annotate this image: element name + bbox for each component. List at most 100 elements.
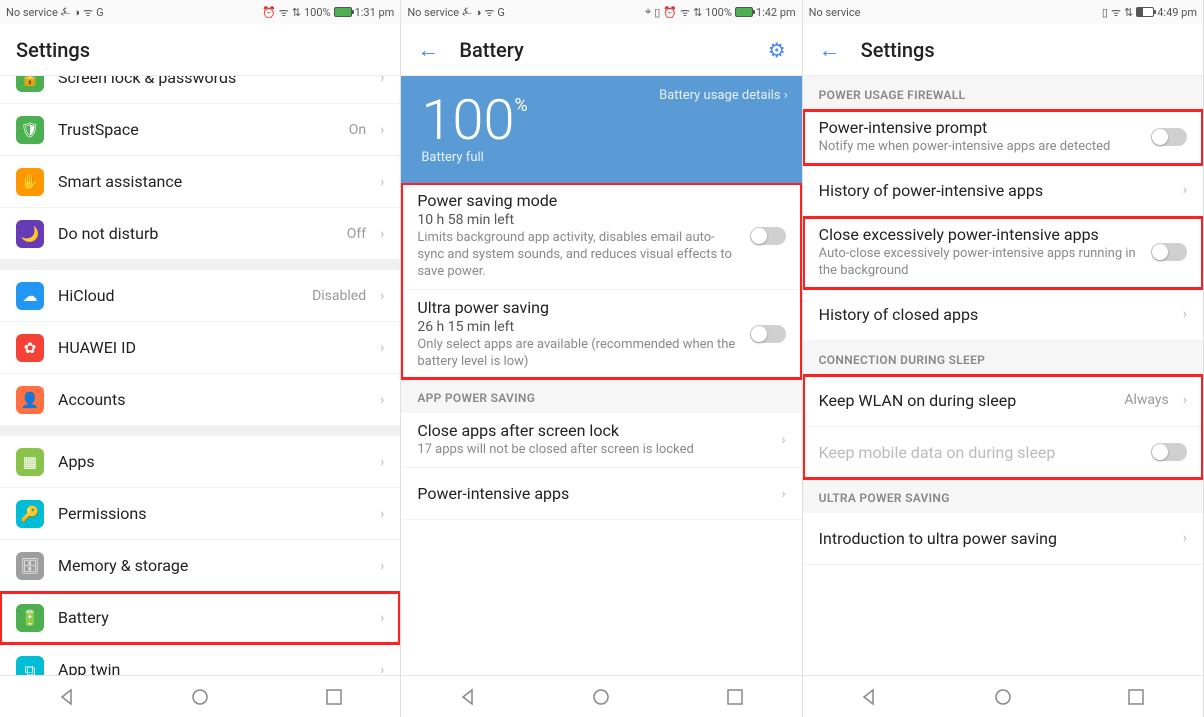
row-power-saving-mode[interactable]: Power saving mode 10 h 58 min left Limit… <box>401 183 801 290</box>
label: Battery <box>58 608 366 627</box>
telegram-icon: ◑ <box>475 6 482 19</box>
nav-back-icon[interactable] <box>457 686 479 708</box>
row-keep-mobile-data: Keep mobile data on during sleep <box>803 427 1203 479</box>
g-icon: G <box>96 6 104 19</box>
row-intro-ultra[interactable]: Introduction to ultra power saving › <box>803 513 1203 565</box>
row-screen-lock-passwords[interactable]: 🔒Screen lock & passwords› <box>0 76 400 104</box>
row-memory-storage[interactable]: 🗄 Memory & storage › <box>0 540 400 592</box>
row-accounts[interactable]: 👤Accounts› <box>0 374 400 426</box>
value: Always <box>1124 392 1168 408</box>
section-power-usage-firewall: POWER USAGE FIREWALL <box>803 76 1203 110</box>
alarm-icon: ⏰ <box>663 6 677 19</box>
row-history-closed-apps[interactable]: History of closed apps › <box>803 289 1203 341</box>
chevron-icon: › <box>380 392 384 408</box>
moon-icon: 🌙 <box>16 220 44 248</box>
shield-icon: 🛡 <box>16 116 44 144</box>
chevron-icon: › <box>380 558 384 574</box>
nav-bar <box>401 675 801 717</box>
row-battery[interactable]: 🔋 Battery › <box>0 592 400 644</box>
pane-settings: No service ⍼ ◑ ᯤ G ⏰ ᯤ ⇅ 100% 1:31 pm Se… <box>0 0 401 717</box>
toggle[interactable] <box>750 227 786 245</box>
back-button[interactable]: ← <box>819 37 841 63</box>
row-permissions[interactable]: 🔑Permissions› <box>0 488 400 540</box>
nav-home-icon[interactable] <box>992 686 1014 708</box>
back-button[interactable]: ← <box>417 37 439 63</box>
label: History of closed apps <box>819 305 1169 324</box>
row-apps[interactable]: ▦Apps› <box>0 436 400 488</box>
row-smart-assistance[interactable]: ✋Smart assistance› <box>0 156 400 208</box>
wifi-icon: ᯤ <box>484 5 494 20</box>
chevron-icon: › <box>380 122 384 138</box>
chevron-icon: › <box>1183 392 1187 408</box>
nav-recent-icon[interactable] <box>724 686 746 708</box>
battery-icon <box>334 7 352 17</box>
highlight-connection: Keep WLAN on during sleep Always › Keep … <box>803 375 1203 479</box>
nav-home-icon[interactable] <box>189 686 211 708</box>
batt-icon: 🔋 <box>16 604 44 632</box>
data-icon: ⇅ <box>1124 6 1133 19</box>
nav-recent-icon[interactable] <box>323 686 345 708</box>
status-bar: No service ⍼ ◑ ᯤ G ⌖ ▯ ⏰ ᯤ ⇅ 100% 1:42 p… <box>401 0 801 24</box>
row-history-power-intensive[interactable]: History of power-intensive apps › <box>803 165 1203 217</box>
gear-icon[interactable]: ⚙ <box>768 38 786 62</box>
chevron-icon: › <box>380 174 384 190</box>
row-app-twin[interactable]: ⧉App twin› <box>0 644 400 675</box>
row-huawei-id[interactable]: ✿HUAWEI ID› <box>0 322 400 374</box>
row-do-not-disturb[interactable]: 🌙Do not disturbOff› <box>0 208 400 260</box>
value: Disabled <box>312 288 366 304</box>
nav-back-icon[interactable] <box>858 686 880 708</box>
row-power-intensive-prompt[interactable]: Power-intensive prompt Notify me when po… <box>803 110 1203 165</box>
row-hicloud[interactable]: ☁HiCloudDisabled› <box>0 270 400 322</box>
label: TrustSpace <box>58 120 335 139</box>
status-batt-pct: 100% <box>705 6 732 19</box>
battery-full-label: Battery full <box>421 150 781 165</box>
label: HiCloud <box>58 286 298 305</box>
status-bar: No service ▯ ᯤ ⇅ 4:49 pm <box>803 0 1203 24</box>
pane-battery: No service ⍼ ◑ ᯤ G ⌖ ▯ ⏰ ᯤ ⇅ 100% 1:42 p… <box>401 0 802 717</box>
title-bar: ← Settings <box>803 24 1203 76</box>
chevron-icon: › <box>380 662 384 676</box>
chevron-icon: › <box>380 506 384 522</box>
battery-icon <box>735 7 753 17</box>
twin-icon: ⧉ <box>16 656 44 676</box>
label: Smart assistance <box>58 172 366 191</box>
label: Memory & storage <box>58 556 366 575</box>
label: Permissions <box>58 504 366 523</box>
toggle[interactable] <box>1151 128 1187 146</box>
row-trustspace[interactable]: 🛡TrustSpaceOn› <box>0 104 400 156</box>
status-service: No service <box>809 6 861 19</box>
row-close-excessively[interactable]: Close excessively power-intensive apps A… <box>803 217 1203 289</box>
chevron-icon: › <box>1183 530 1187 546</box>
status-service: No service <box>407 6 459 19</box>
label: Close apps after screen lock <box>417 421 767 440</box>
row-power-intensive-apps[interactable]: Power-intensive apps › <box>401 468 801 520</box>
nav-home-icon[interactable] <box>590 686 612 708</box>
battery-details-link[interactable]: Battery usage details › <box>659 88 788 103</box>
usb-icon: ⍼ <box>61 5 71 19</box>
chevron-icon: › <box>1183 182 1187 198</box>
status-service: No service <box>6 6 58 19</box>
label: Power-intensive prompt <box>819 118 1137 137</box>
row-keep-wlan[interactable]: Keep WLAN on during sleep Always › <box>803 375 1203 427</box>
row-ultra-power-saving[interactable]: Ultra power saving 26 h 15 min left Only… <box>401 290 801 380</box>
battery-percent: 100 <box>421 87 514 153</box>
battery-panel: Battery usage details › 100% Battery ful… <box>401 76 801 183</box>
chevron-icon: › <box>380 610 384 626</box>
value: Off <box>347 226 366 242</box>
label: Keep mobile data on during sleep <box>819 443 1137 462</box>
nav-recent-icon[interactable] <box>1125 686 1147 708</box>
label: Screen lock & passwords <box>58 76 366 87</box>
description: Notify me when power-intensive apps are … <box>819 139 1137 156</box>
g-icon: G <box>497 6 505 19</box>
vibrate-icon: ▯ <box>1102 6 1108 19</box>
page-title: Battery <box>459 38 523 62</box>
row-close-apps-after-lock[interactable]: Close apps after screen lock 17 apps wil… <box>401 413 801 468</box>
toggle[interactable] <box>750 325 786 343</box>
chevron-icon: › <box>380 288 384 304</box>
toggle[interactable] <box>1151 243 1187 261</box>
percent-symbol: % <box>515 95 528 116</box>
nav-back-icon[interactable] <box>56 686 78 708</box>
estimate: 26 h 15 min left <box>417 319 735 335</box>
label: Ultra power saving <box>417 298 735 317</box>
mem-icon: 🗄 <box>16 552 44 580</box>
